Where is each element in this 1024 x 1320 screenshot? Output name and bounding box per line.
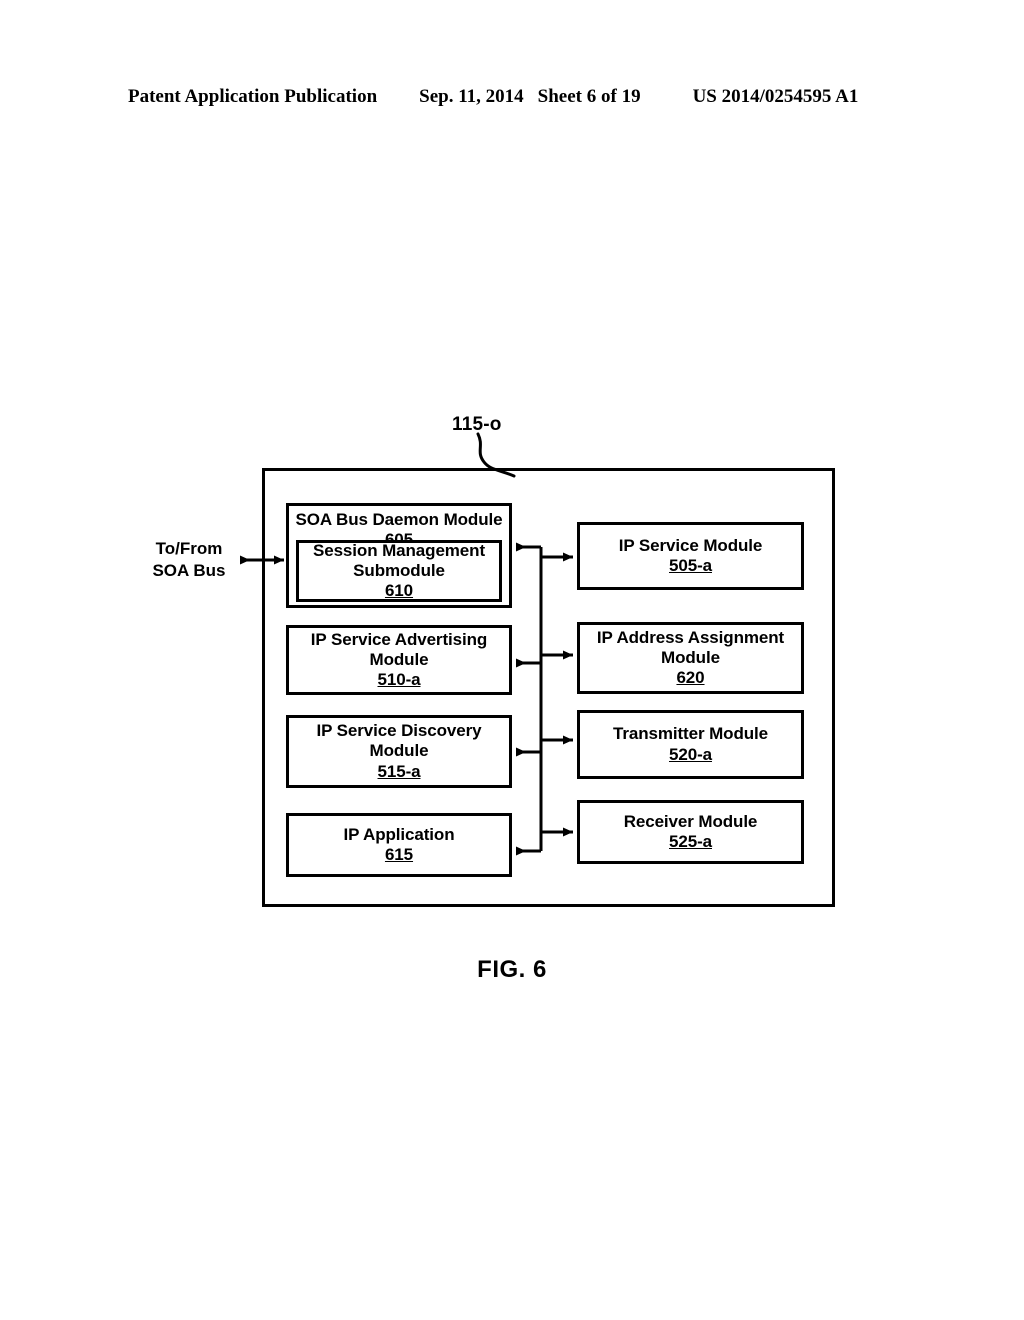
transmitter-module-title-line1: Transmitter Module <box>612 724 768 744</box>
ip-service-advertising-module-title-line1: IP Service Advertising <box>310 629 488 649</box>
to-from-soa-bus-line2: SOA Bus <box>152 560 226 580</box>
ip-application-title-line1: IP Application <box>343 824 455 844</box>
ip-service-module-ref: 505-a <box>669 556 712 575</box>
session-management-submodule-box: Session Management Submodule 610 <box>296 540 502 602</box>
session-management-submodule-title-line2: Submodule <box>353 560 445 580</box>
session-management-submodule-ref: 610 <box>384 581 414 601</box>
ip-service-discovery-module-ref: 515-a <box>377 761 421 781</box>
figure-caption: FIG. 6 <box>477 956 547 983</box>
to-from-soa-bus-label: To/From SOA Bus <box>146 538 232 582</box>
transmitter-module-box: Transmitter Module 520-a <box>577 710 804 779</box>
ip-address-assignment-module-ref: 620 <box>676 668 705 688</box>
to-from-soa-bus-line1: To/From <box>155 539 223 558</box>
soa-bus-daemon-module-title: SOA Bus Daemon Module <box>295 510 503 529</box>
ip-address-assignment-module-box: IP Address Assignment Module 620 <box>577 622 804 694</box>
ip-address-assignment-module-title-line1: IP Address Assignment <box>596 627 785 647</box>
ip-service-advertising-module-ref: 510-a <box>377 670 421 690</box>
session-management-submodule-title-line1: Session Management <box>312 540 486 560</box>
receiver-module-title-line1: Receiver Module <box>623 811 758 831</box>
ip-service-discovery-module-box: IP Service Discovery Module 515-a <box>286 715 512 788</box>
ip-service-advertising-module-title-line2: Module <box>369 649 429 669</box>
receiver-module-box: Receiver Module 525-a <box>577 800 804 864</box>
ip-service-module-box: IP Service Module 505-a <box>577 522 804 590</box>
ip-service-discovery-module-title-line1: IP Service Discovery <box>316 721 482 741</box>
ip-application-ref: 615 <box>384 845 414 864</box>
receiver-module-ref: 525-a <box>669 832 712 851</box>
ip-address-assignment-module-title-line2: Module <box>661 647 720 667</box>
transmitter-module-ref: 520-a <box>669 744 712 764</box>
ip-application-box: IP Application 615 <box>286 813 512 877</box>
ip-service-advertising-module-box: IP Service Advertising Module 510-a <box>286 625 512 695</box>
figure-6-diagram: 115-o To/From SOA Bus SOA Bus Daemon Mod… <box>0 0 1024 1320</box>
ip-service-discovery-module-title-line2: Module <box>369 741 429 761</box>
ip-service-module-title-line1: IP Service Module <box>618 535 763 555</box>
